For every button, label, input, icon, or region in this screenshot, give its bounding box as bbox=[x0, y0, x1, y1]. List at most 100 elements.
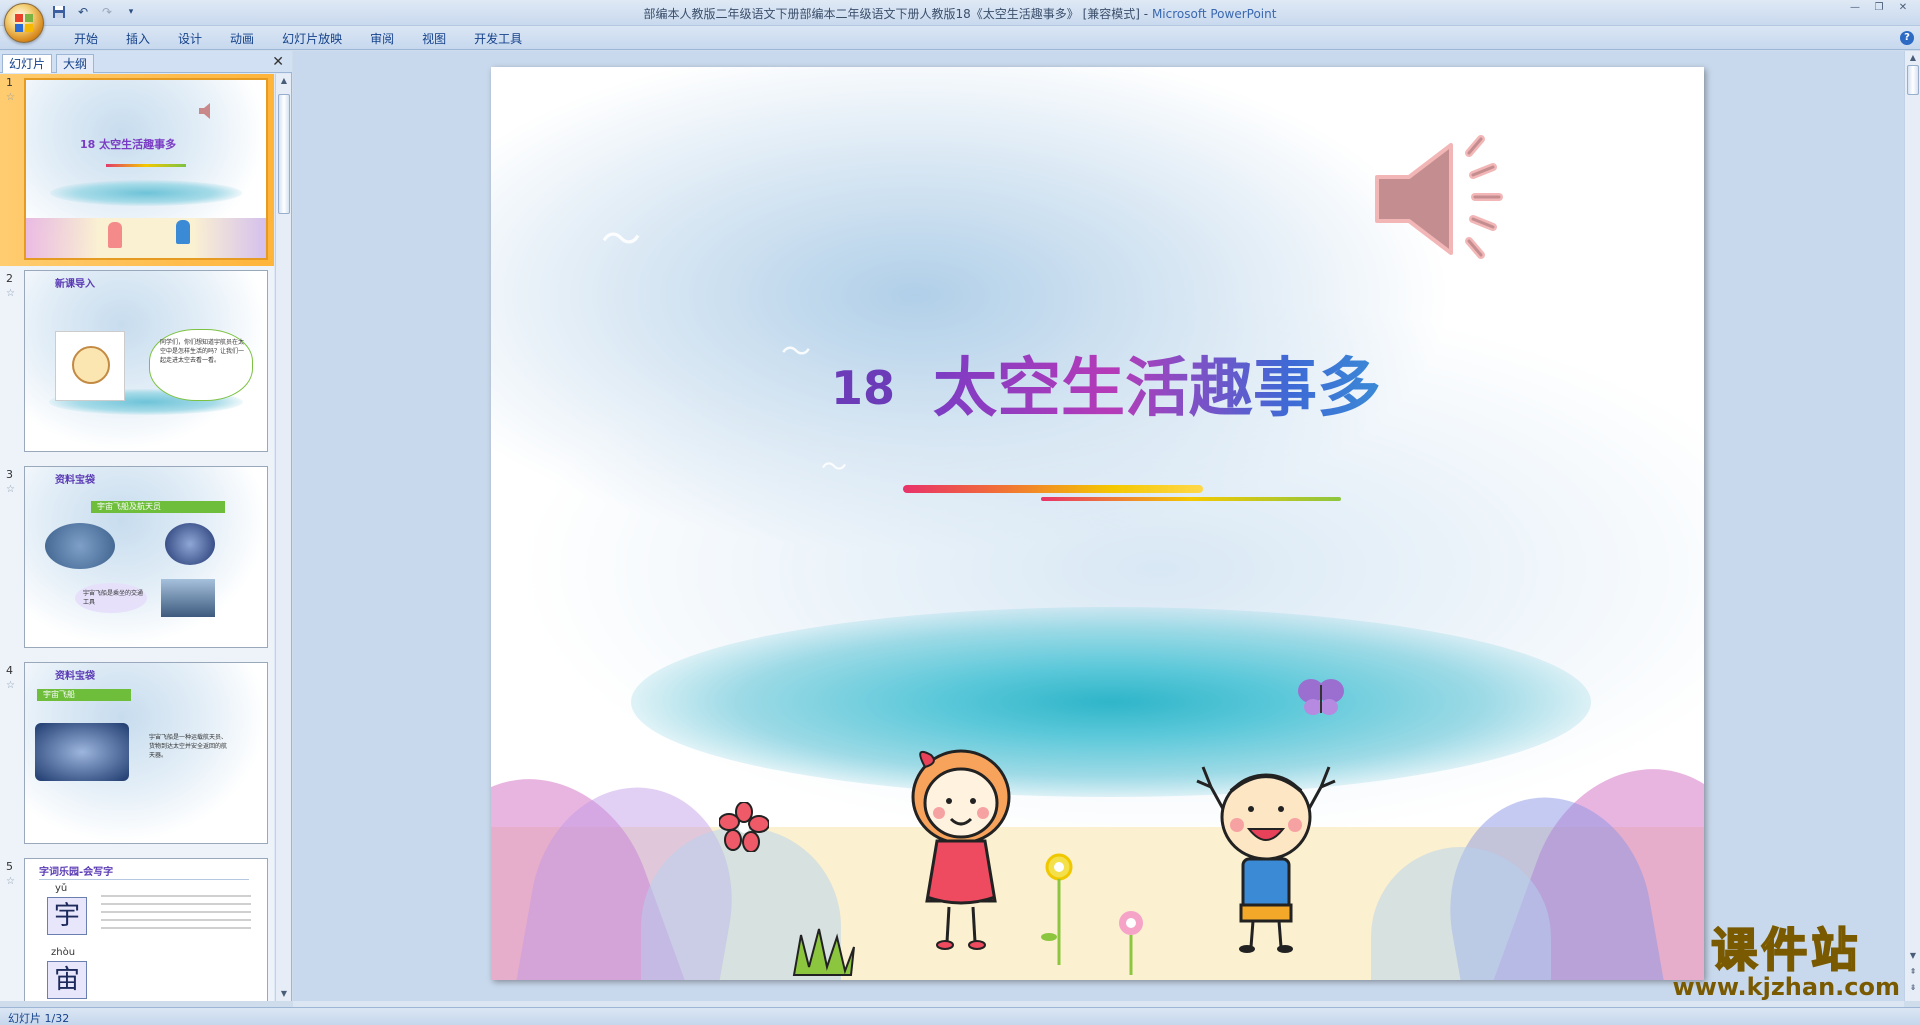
tab-review[interactable]: 审阅 bbox=[356, 30, 408, 48]
slide-number: 5 bbox=[6, 860, 13, 873]
animation-star-icon: ☆ bbox=[6, 288, 15, 299]
slide-scrollbar[interactable]: ▲ ▼ ⇞ ⇟ bbox=[1904, 51, 1920, 1001]
boy-figure bbox=[176, 220, 190, 244]
grass-icon bbox=[789, 927, 859, 977]
slide-thumbnail[interactable]: 资料宝袋 宇宙飞船 宇宙飞船是一种运载航天员、货物到达太空并安全返回的航天器。 bbox=[24, 662, 268, 844]
tab-outline[interactable]: 大纲 bbox=[56, 54, 95, 73]
bubble-text: 同学们，你们想知道宇航员在太空中是怎样生活的吗？让我们一起走进太空去看一看。 bbox=[160, 339, 245, 364]
spaceship-image bbox=[35, 723, 129, 781]
slide-thumb-row-4[interactable]: 4 ☆ 资料宝袋 宇宙飞船 宇宙飞船是一种运载航天员、货物到达太空并安全返回的航… bbox=[0, 662, 274, 854]
slide-title[interactable]: 18 太空生活趣事多 bbox=[831, 337, 1381, 429]
current-slide[interactable]: 〜 〜 〜 18 太空生活趣事多 bbox=[491, 67, 1704, 980]
close-panel-icon[interactable]: ✕ bbox=[272, 54, 284, 70]
tab-animations[interactable]: 动画 bbox=[216, 30, 268, 48]
close-icon[interactable]: ✕ bbox=[1892, 2, 1914, 14]
pinyin-1: yǔ bbox=[55, 883, 68, 894]
document-title: 部编本人教版二年级语文下册部编本二年级语文下册人教版18《太空生活趣事多》 [兼… bbox=[643, 7, 1140, 21]
pinyin-2: zhòu bbox=[51, 947, 76, 958]
slide-thumbnail[interactable]: 18 太空生活趣事多 bbox=[24, 78, 268, 260]
slide-thumbnail[interactable]: 新课导入 同学们，你们想知道宇航员在太空中是怎样生活的吗？让我们一起走进太空去看… bbox=[24, 270, 268, 452]
tab-home[interactable]: 开始 bbox=[60, 30, 112, 48]
bird-icon: 〜 bbox=[781, 335, 811, 370]
slide-thumb-row-2[interactable]: 2 ☆ 新课导入 同学们，你们想知道宇航员在太空中是怎样生活的吗？让我们一起走进… bbox=[0, 270, 274, 462]
thumbnails-scrollbar[interactable]: ▲ ▼ bbox=[275, 74, 291, 1001]
slide-thumb-row-5[interactable]: 5 ☆ 字词乐园-会写字 yǔ 宇 zhòu 宙 bbox=[0, 858, 274, 1001]
thumb-heading: 资料宝袋 bbox=[55, 671, 95, 682]
panel-tabs: 幻灯片 大纲 ✕ bbox=[0, 51, 292, 73]
thumb-green-bar: 宇宙飞船 bbox=[37, 689, 131, 701]
scroll-up-icon[interactable]: ▲ bbox=[279, 76, 289, 86]
thumb-heading: 资料宝袋 bbox=[55, 475, 95, 486]
tab-view[interactable]: 视图 bbox=[408, 30, 460, 48]
slide-thumbnail[interactable]: 字词乐园-会写字 yǔ 宇 zhòu 宙 bbox=[24, 858, 268, 1001]
pink-flower-icon bbox=[1111, 907, 1151, 977]
caption-text: 宇宙飞船是乘坐的交通工具 bbox=[83, 590, 144, 606]
slide-number: 1 bbox=[6, 76, 13, 89]
tab-slideshow[interactable]: 幻灯片放映 bbox=[268, 30, 356, 48]
office-logo-icon bbox=[15, 14, 35, 34]
speaker-icon[interactable] bbox=[1369, 135, 1509, 265]
tab-insert[interactable]: 插入 bbox=[112, 30, 164, 48]
tab-slides[interactable]: 幻灯片 bbox=[2, 54, 53, 73]
speech-bubble: 同学们，你们想知道宇航员在太空中是怎样生活的吗？让我们一起走进太空去看一看。 bbox=[149, 329, 253, 401]
slide-thumbnails: 1 ☆ 18 太空生活趣事多 2 ☆ 新课导入 同学们，你们想知道宇航员在太空中… bbox=[0, 74, 274, 1001]
minimize-icon[interactable]: — bbox=[1844, 2, 1866, 14]
thumb-green-bar: 宇宙飞船及航天员 bbox=[91, 501, 225, 513]
title-separator: - bbox=[1139, 7, 1152, 21]
speaker-icon bbox=[196, 100, 218, 122]
ribbon-tabs: 开始 插入 设计 动画 幻灯片放映 审阅 视图 开发工具 bbox=[60, 30, 536, 48]
thumb-ground bbox=[26, 218, 266, 258]
slide-thumb-row-1[interactable]: 1 ☆ 18 太空生活趣事多 bbox=[0, 74, 274, 266]
flower-icon bbox=[718, 801, 770, 853]
slide-number: 2 bbox=[6, 272, 13, 285]
char-2: 宙 bbox=[47, 961, 87, 999]
thumb-heading: 字词乐园-会写字 bbox=[39, 867, 114, 878]
bird-icon: 〜 bbox=[601, 217, 641, 263]
status-bar: 幻灯片 1/32 bbox=[0, 1007, 1920, 1025]
tab-developer[interactable]: 开发工具 bbox=[460, 30, 536, 48]
scroll-thumb[interactable] bbox=[1907, 65, 1919, 95]
slide-thumb-row-3[interactable]: 3 ☆ 资料宝袋 宇宙飞船及航天员 宇宙飞船是乘坐的交通工具 bbox=[0, 466, 274, 658]
animation-star-icon: ☆ bbox=[6, 92, 15, 103]
scroll-thumb[interactable] bbox=[278, 94, 290, 214]
scroll-down-icon[interactable]: ▼ bbox=[279, 989, 289, 999]
watermark-url: www.kjzhan.com bbox=[1672, 973, 1900, 1001]
butterfly-icon bbox=[1296, 677, 1346, 717]
boy-figure bbox=[1191, 757, 1341, 957]
slide-indicator: 幻灯片 1/32 bbox=[8, 1012, 70, 1025]
restore-icon[interactable]: ❐ bbox=[1868, 2, 1890, 14]
brush-stroke-2 bbox=[1041, 497, 1341, 501]
office-button[interactable] bbox=[4, 3, 44, 43]
spaceship-image bbox=[161, 579, 215, 617]
char-1: 宇 bbox=[47, 897, 87, 935]
lesson-number: 18 bbox=[831, 361, 896, 415]
sunflower-icon bbox=[1039, 847, 1079, 967]
baby-image bbox=[55, 331, 125, 401]
tab-design[interactable]: 设计 bbox=[164, 30, 216, 48]
previous-slide-icon[interactable]: ⇞ bbox=[1908, 967, 1918, 977]
astronaut-image-2 bbox=[165, 523, 215, 565]
scroll-down-icon[interactable]: ▼ bbox=[1908, 951, 1918, 961]
slide-editing-area: 〜 〜 〜 18 太空生活趣事多 bbox=[293, 51, 1904, 1001]
title-bar: ↶ ↷ ▾ 部编本人教版二年级语文下册部编本二年级语文下册人教版18《太空生活趣… bbox=[0, 0, 1920, 43]
scroll-up-icon[interactable]: ▲ bbox=[1908, 53, 1918, 63]
app-name: Microsoft PowerPoint bbox=[1151, 7, 1277, 21]
animation-star-icon: ☆ bbox=[6, 484, 15, 495]
animation-star-icon: ☆ bbox=[6, 876, 15, 887]
watermark-brand: 课件站 bbox=[1710, 923, 1862, 977]
window-title: 部编本人教版二年级语文下册部编本二年级语文下册人教版18《太空生活趣事多》 [兼… bbox=[0, 5, 1920, 22]
bird-icon: 〜 bbox=[821, 453, 848, 483]
next-slide-icon[interactable]: ⇟ bbox=[1908, 983, 1918, 993]
thumb-title: 18 太空生活趣事多 bbox=[80, 138, 177, 151]
slide-number: 3 bbox=[6, 468, 13, 481]
slides-panel: 幻灯片 大纲 ✕ 1 ☆ 18 太空生活趣事多 2 ☆ 新课导入 同学们，你们想… bbox=[0, 51, 292, 1001]
astronaut-image bbox=[45, 523, 115, 569]
help-icon[interactable]: ? bbox=[1900, 31, 1914, 45]
ribbon: 开始 插入 设计 动画 幻灯片放映 审阅 视图 开发工具 ? bbox=[0, 26, 1920, 50]
thumb-water bbox=[50, 180, 242, 206]
animation-star-icon: ☆ bbox=[6, 680, 15, 691]
thumb-brush-stroke bbox=[106, 164, 186, 167]
slide-thumbnail[interactable]: 资料宝袋 宇宙飞船及航天员 宇宙飞船是乘坐的交通工具 bbox=[24, 466, 268, 648]
girl-figure bbox=[901, 737, 1021, 957]
slide-number: 4 bbox=[6, 664, 13, 677]
